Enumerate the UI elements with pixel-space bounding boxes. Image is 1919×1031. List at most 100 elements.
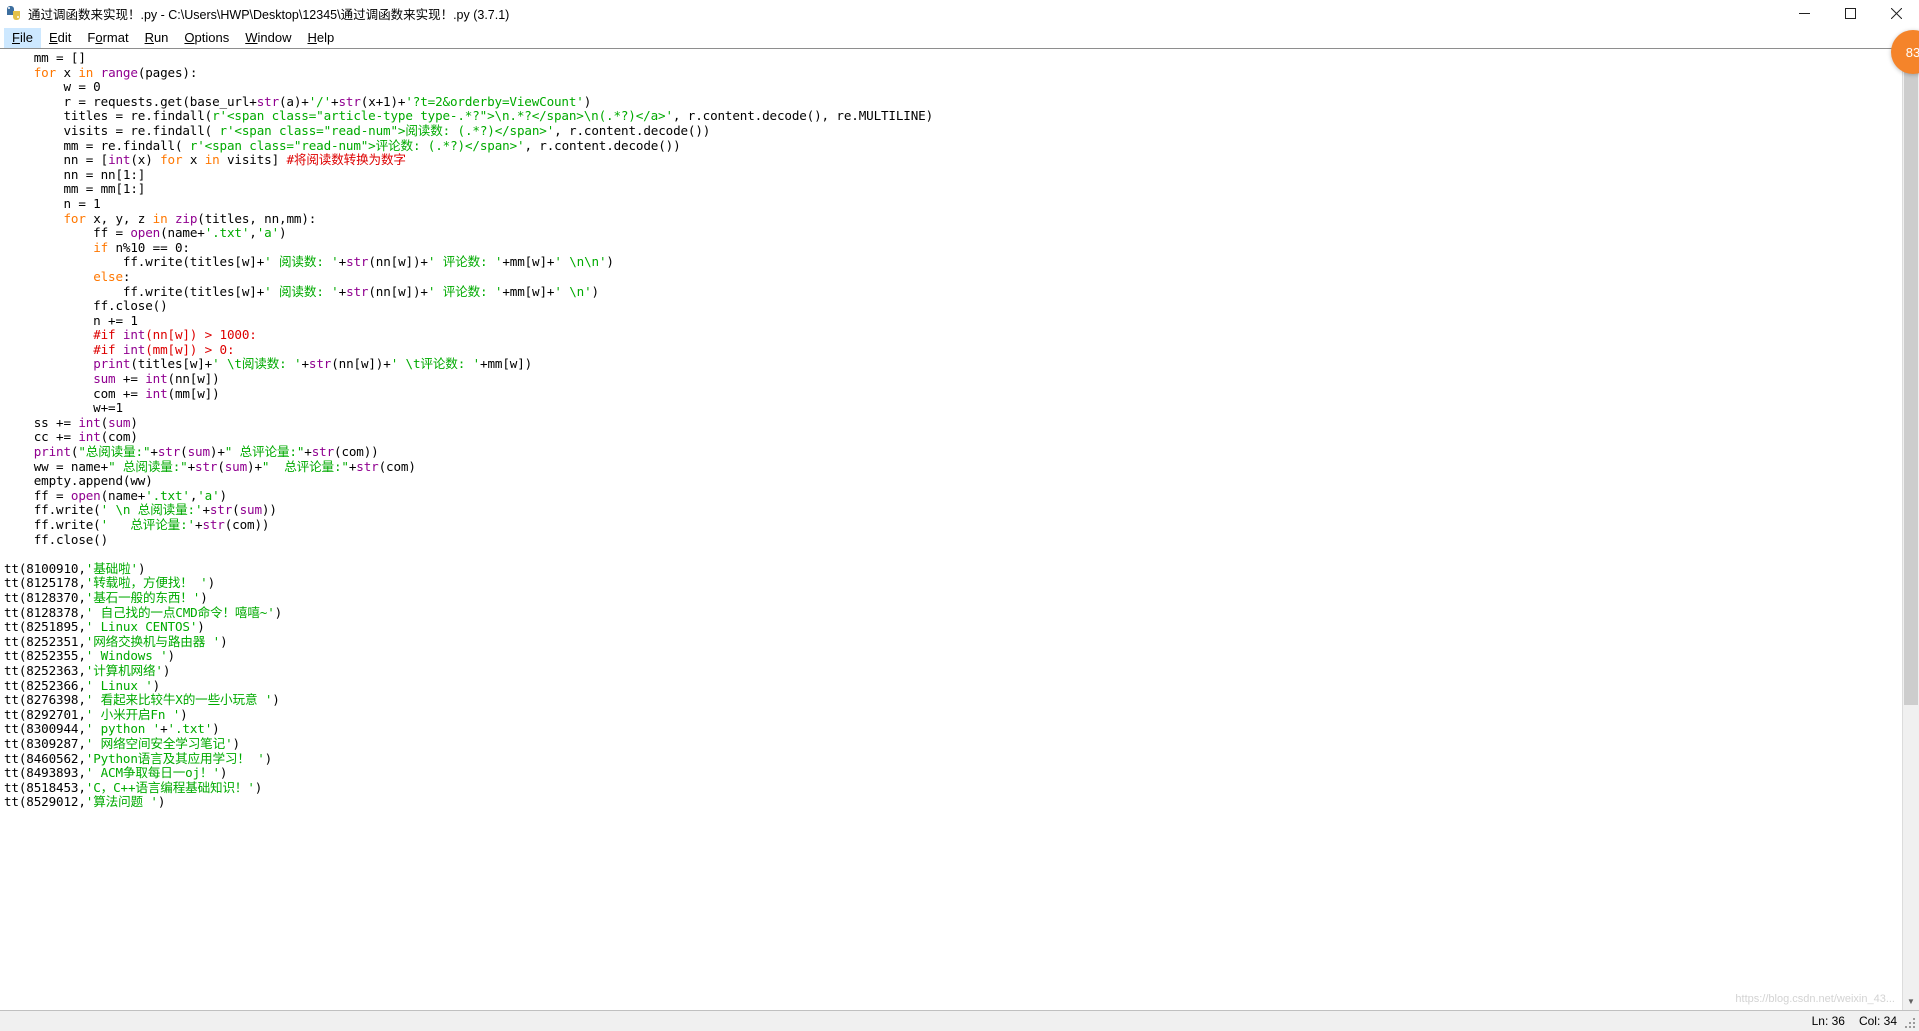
code-token-str: 'a': [197, 487, 220, 503]
menu-item-run[interactable]: Run: [137, 28, 177, 48]
code-token-plain: tt(8125178,: [4, 575, 86, 591]
code-token-plain: tt(8252351,: [4, 633, 86, 649]
code-token-plain: mm = re.findall(: [4, 137, 190, 153]
resize-grip-icon[interactable]: [1903, 1016, 1917, 1030]
code-token-plain: empty.append(ww): [4, 473, 153, 489]
code-token-str: " 总评论量:": [224, 444, 305, 460]
code-line: cc += int(com): [4, 430, 1902, 445]
code-token-plain: com +=: [4, 385, 146, 401]
code-line: tt(8276398,' 看起来比较牛X的一些小玩意 '): [4, 692, 1902, 708]
code-token-plain: visits = re.findall(: [4, 122, 220, 138]
code-token-plain: ): [254, 779, 263, 795]
maximize-icon[interactable]: [1827, 0, 1873, 26]
code-line: n += 1: [4, 312, 1902, 329]
code-token-str: ' \n\n': [554, 254, 607, 270]
code-token-plain: ): [279, 225, 287, 241]
code-token-plain: ): [606, 254, 614, 270]
code-token-plain: ): [180, 706, 188, 722]
code-line: ff.write(' 总评论量:'+str(com)): [4, 517, 1902, 533]
menu-item-window[interactable]: Window: [237, 28, 299, 48]
scrollbar-thumb[interactable]: [1904, 65, 1918, 705]
code-token-plain: tt(8252363,: [4, 662, 86, 678]
code-token-str: r'<span class="read-num">评论数: (.*?)</spa…: [189, 137, 525, 153]
code-token-builtin: str: [308, 356, 332, 372]
code-line: tt(8252363,'计算机网络'): [4, 662, 1902, 679]
code-token-plain: tt(8529012,: [4, 794, 86, 810]
close-icon[interactable]: [1873, 0, 1919, 26]
code-token-str: r'<span class="article-type type-.*?">\n…: [212, 108, 673, 124]
code-token-builtin: int: [145, 385, 168, 401]
code-token-str: ' Linux CENTOS': [85, 619, 198, 635]
code-line: tt(8252351,'网络交换机与路由器 '): [4, 633, 1902, 650]
code-token-plain: (name+: [100, 487, 146, 503]
code-editor[interactable]: mm = [] for x in range(pages): w = 0 r =…: [0, 49, 1902, 1010]
code-line: ff.write(' \n 总阅读量:'+str(sum)): [4, 503, 1902, 518]
menu-item-edit[interactable]: Edit: [41, 28, 79, 48]
code-token-str: ' Linux ': [85, 677, 153, 693]
code-token-str: ' Windows ': [85, 648, 168, 664]
menu-item-file[interactable]: File: [4, 27, 41, 48]
code-line: r = requests.get(base_url+str(a)+'/'+str…: [4, 93, 1902, 110]
code-token-kw: in: [78, 64, 94, 80]
vertical-scrollbar[interactable]: ▲ ▼: [1902, 49, 1919, 1010]
menu-item-options[interactable]: Options: [176, 28, 237, 48]
code-token-plain: (com)): [224, 517, 270, 532]
code-token-builtin: print: [33, 444, 71, 460]
code-token-plain: ff.write(titles[w]+: [4, 254, 265, 270]
code-token-plain: tt(8493893,: [4, 765, 86, 781]
code-line: mm = re.findall( r'<span class="read-num…: [4, 137, 1902, 154]
code-token-str: '转载啦，方便找！ ': [85, 575, 208, 591]
code-token-str: ' \n 总阅读量:': [100, 502, 203, 518]
code-line: tt(8493893,' ACM争取每日一oj！'): [4, 765, 1902, 781]
code-token-str: ' 评论数: ': [427, 283, 503, 299]
code-token-plain: tt(8518453,: [4, 779, 86, 795]
scroll-down-arrow[interactable]: ▼: [1903, 994, 1919, 1010]
code-line: tt(8100910,'基础啦'): [4, 561, 1902, 577]
status-line-number: Ln: 36: [1811, 1014, 1845, 1028]
code-token-plain: +: [338, 283, 347, 299]
code-token-str: " 总评论量:": [261, 458, 349, 474]
code-token-cmt: (nn[w]) > 1000:: [145, 327, 257, 343]
code-line: w = 0: [4, 79, 1902, 95]
menu-item-help[interactable]: Help: [300, 28, 343, 48]
code-token-plain: +mm[w]): [480, 356, 533, 372]
window-controls: [1781, 0, 1919, 26]
code-line: tt(8518453,'C，C++语言编程基础知识！'): [4, 779, 1902, 796]
code-token-plain: n = 1: [4, 195, 101, 211]
code-token-plain: (: [217, 458, 225, 474]
code-token-str: ' ACM争取每日一oj！': [85, 765, 220, 781]
code-token-builtin: str: [346, 254, 369, 270]
code-token-plain: ff.write(: [4, 502, 101, 518]
status-bar: Ln: 36 Col: 34: [0, 1010, 1919, 1031]
code-token-plain: (a)+: [279, 93, 309, 109]
code-token-plain: cc +=: [4, 429, 79, 445]
scrollbar-track[interactable]: [1903, 65, 1919, 994]
code-line: titles = re.findall(r'<span class="artic…: [4, 109, 1902, 124]
code-token-kw: in: [152, 210, 168, 226]
code-token-plain: n += 1: [4, 312, 138, 328]
code-token-plain: +mm[w]+: [502, 254, 555, 270]
code-token-plain: , r.content.decode()): [554, 122, 711, 138]
minimize-icon[interactable]: [1781, 0, 1827, 26]
code-token-plain: titles = re.findall(: [4, 108, 213, 124]
code-token-plain: ): [232, 735, 241, 751]
code-token-plain: (x): [130, 152, 161, 168]
code-token-str: '.txt': [204, 225, 250, 241]
code-token-plain: (: [232, 502, 240, 518]
code-token-str: r'<span class="read-num">阅读数: (.*?)</spa…: [219, 122, 555, 138]
code-token-plain: tt(8292701,: [4, 706, 86, 722]
code-line: ww = name+" 总阅读量:"+str(sum)+" 总评论量:"+str…: [4, 458, 1902, 475]
code-line: ff = open(name+'.txt','a'): [4, 225, 1902, 241]
code-token-plain: (com): [378, 458, 416, 474]
code-token-plain: ): [167, 648, 176, 664]
code-token-plain: )+: [247, 458, 262, 474]
code-line: tt(8125178,'转载啦，方便找！ '): [4, 576, 1902, 591]
code-token-str: 'a': [256, 225, 280, 241]
code-token-str: '算法问题 ': [85, 794, 158, 810]
menu-item-format[interactable]: Format: [79, 28, 136, 48]
code-token-builtin: sum: [187, 444, 210, 460]
